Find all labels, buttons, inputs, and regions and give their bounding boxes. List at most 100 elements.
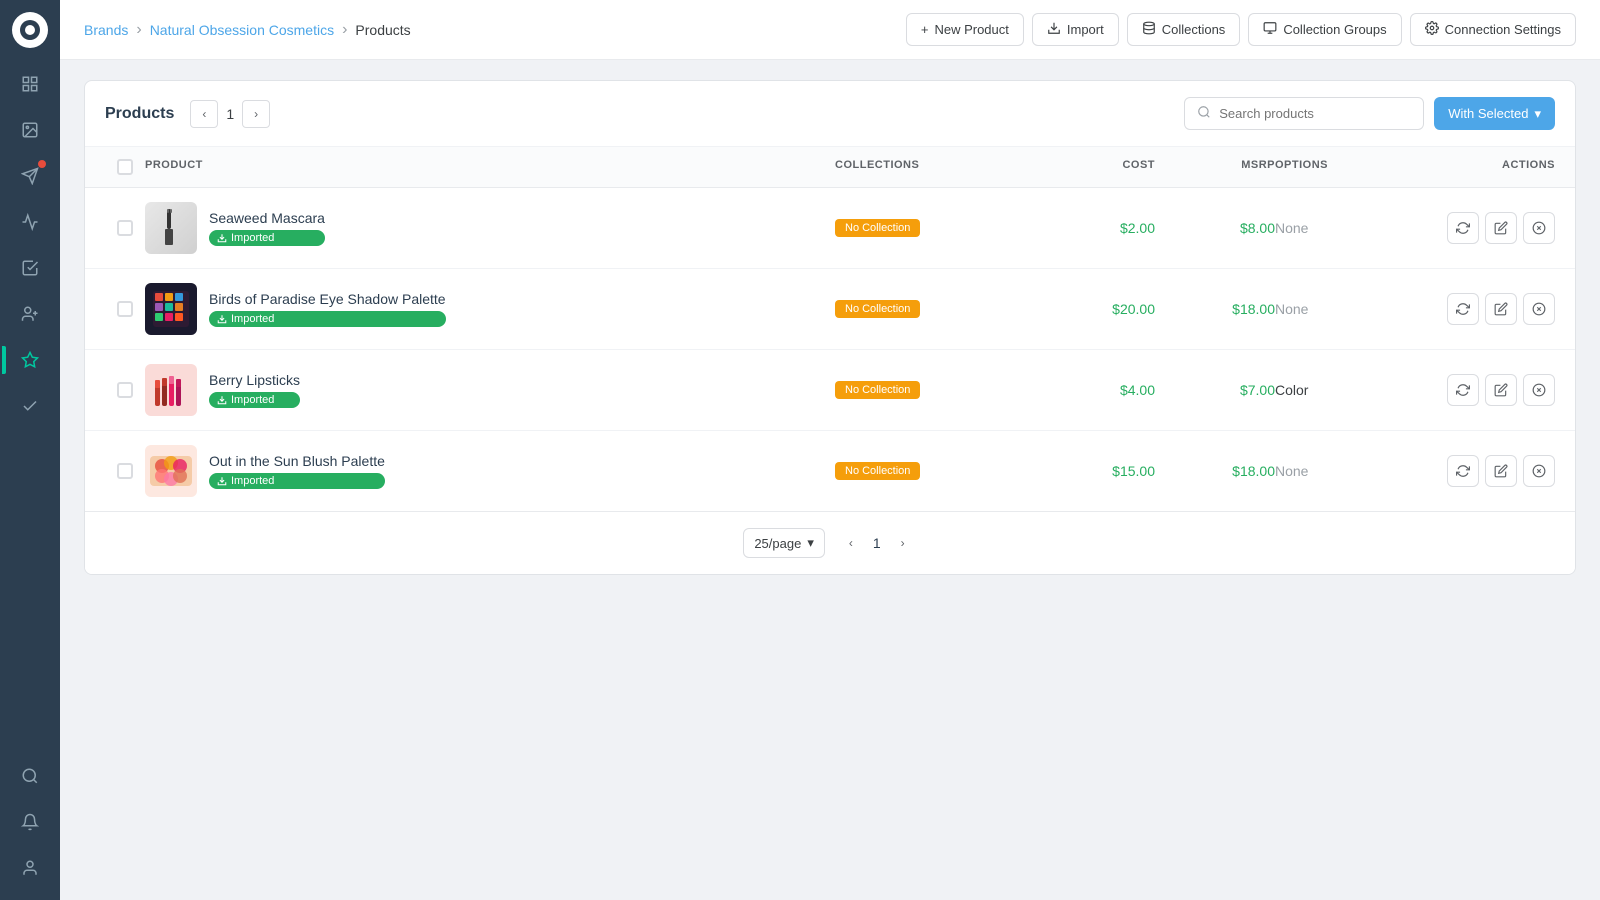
row-checkbox[interactable] <box>117 220 133 236</box>
cost-value: $2.00 <box>1120 220 1155 236</box>
topbar: Brands › Natural Obsession Cosmetics › P… <box>60 0 1600 60</box>
row-checkbox[interactable] <box>117 463 133 479</box>
page-number: 1 <box>226 106 234 122</box>
profile-icon[interactable] <box>10 848 50 888</box>
product-column-header: PRODUCT <box>145 159 835 175</box>
action-buttons <box>1447 293 1555 325</box>
product-cell: Out in the Sun Blush Palette Imported <box>145 445 835 497</box>
logo[interactable] <box>12 12 48 48</box>
search-icon[interactable] <box>10 756 50 796</box>
edit-button[interactable] <box>1485 374 1517 406</box>
products-header: Products ‹ 1 › <box>85 81 1575 147</box>
options-cell: None <box>1275 463 1395 479</box>
sync-button[interactable] <box>1447 455 1479 487</box>
table-row: Seaweed Mascara Imported No <box>85 188 1575 269</box>
collection-groups-button[interactable]: Collection Groups <box>1248 13 1401 46</box>
products-title: Products <box>105 105 174 123</box>
collection-cell: No Collection <box>835 300 1035 318</box>
msrp-cell: $18.00 <box>1155 463 1275 479</box>
cost-value: $4.00 <box>1120 382 1155 398</box>
collections-column-header: COLLECTIONS <box>835 159 1035 175</box>
main-content: Brands › Natural Obsession Cosmetics › P… <box>60 0 1600 900</box>
table-footer: 25/page ▾ ‹ 1 › <box>85 511 1575 574</box>
bell-icon[interactable] <box>10 802 50 842</box>
plus-icon: + <box>921 22 929 37</box>
pag-prev-button[interactable]: ‹ <box>837 529 865 557</box>
brand-link[interactable]: Natural Obsession Cosmetics <box>150 22 334 38</box>
table-row: Birds of Paradise Eye Shadow Palette Imp… <box>85 269 1575 350</box>
sep2: › <box>342 21 347 39</box>
products-card: Products ‹ 1 › <box>84 80 1576 575</box>
new-product-button[interactable]: + New Product <box>906 13 1024 46</box>
no-collection-badge: No Collection <box>835 462 920 480</box>
products-nav-icon[interactable] <box>10 340 50 380</box>
options-cell: None <box>1275 220 1395 236</box>
sync-button[interactable] <box>1447 374 1479 406</box>
content-area: Products ‹ 1 › <box>60 60 1600 900</box>
settings-icon <box>1425 21 1439 38</box>
options-cell: Color <box>1275 382 1395 398</box>
campaigns-icon[interactable] <box>10 202 50 242</box>
msrp-cell: $7.00 <box>1155 382 1275 398</box>
msrp-value: $18.00 <box>1232 463 1275 479</box>
per-page-select[interactable]: 25/page ▾ <box>743 528 825 558</box>
action-buttons <box>1447 212 1555 244</box>
contacts-icon[interactable] <box>10 294 50 334</box>
brands-link[interactable]: Brands <box>84 22 128 38</box>
cost-cell: $4.00 <box>1035 382 1155 398</box>
per-page-label: 25/page <box>754 536 801 551</box>
edit-button[interactable] <box>1485 293 1517 325</box>
msrp-cell: $18.00 <box>1155 301 1275 317</box>
row-checkbox[interactable] <box>117 301 133 317</box>
product-details: Seaweed Mascara Imported <box>209 210 325 246</box>
product-name: Birds of Paradise Eye Shadow Palette <box>209 291 446 307</box>
next-page-button[interactable]: › <box>242 100 270 128</box>
pag-next-button[interactable]: › <box>889 529 917 557</box>
prev-page-button[interactable]: ‹ <box>190 100 218 128</box>
edit-button[interactable] <box>1485 455 1517 487</box>
product-details: Out in the Sun Blush Palette Imported <box>209 453 385 489</box>
import-label: Import <box>1067 22 1104 37</box>
row-checkbox-cell <box>105 220 145 236</box>
edit-button[interactable] <box>1485 212 1517 244</box>
delete-button[interactable] <box>1523 455 1555 487</box>
collections-button[interactable]: Collections <box>1127 13 1241 46</box>
dashboard-icon[interactable] <box>10 64 50 104</box>
product-name: Out in the Sun Blush Palette <box>209 453 385 469</box>
topbar-actions: + New Product Import Collecti <box>906 13 1576 46</box>
search-input[interactable] <box>1219 106 1411 121</box>
tasks-icon[interactable] <box>10 386 50 426</box>
delete-button[interactable] <box>1523 293 1555 325</box>
with-selected-label: With Selected <box>1448 106 1528 121</box>
connection-settings-label: Connection Settings <box>1445 22 1561 37</box>
delete-button[interactable] <box>1523 374 1555 406</box>
orders-icon[interactable] <box>10 248 50 288</box>
cost-cell: $15.00 <box>1035 463 1155 479</box>
with-selected-button[interactable]: With Selected ▾ <box>1434 97 1555 130</box>
options-cell: None <box>1275 301 1395 317</box>
sync-button[interactable] <box>1447 293 1479 325</box>
sidebar <box>0 0 60 900</box>
options-column-header: OPTIONS <box>1275 159 1395 175</box>
options-value: None <box>1275 301 1308 317</box>
delete-button[interactable] <box>1523 212 1555 244</box>
sync-button[interactable] <box>1447 212 1479 244</box>
select-all-checkbox[interactable] <box>117 159 133 175</box>
product-name: Seaweed Mascara <box>209 210 325 226</box>
import-button[interactable]: Import <box>1032 13 1119 46</box>
imported-badge: Imported <box>209 311 446 327</box>
product-image <box>145 202 197 254</box>
products-table: PRODUCT COLLECTIONS COST MSRP OPTIONS AC… <box>85 147 1575 511</box>
actions-cell <box>1395 212 1555 244</box>
send-icon[interactable] <box>10 156 50 196</box>
table-row: Out in the Sun Blush Palette Imported <box>85 431 1575 511</box>
breadcrumb: Brands › Natural Obsession Cosmetics › P… <box>84 21 894 39</box>
row-checkbox-cell <box>105 382 145 398</box>
options-value: None <box>1275 463 1308 479</box>
pag-current-page: 1 <box>873 535 881 551</box>
connection-settings-button[interactable]: Connection Settings <box>1410 13 1576 46</box>
msrp-column-header: MSRP <box>1155 159 1275 175</box>
media-icon[interactable] <box>10 110 50 150</box>
row-checkbox[interactable] <box>117 382 133 398</box>
collection-groups-icon <box>1263 21 1277 38</box>
